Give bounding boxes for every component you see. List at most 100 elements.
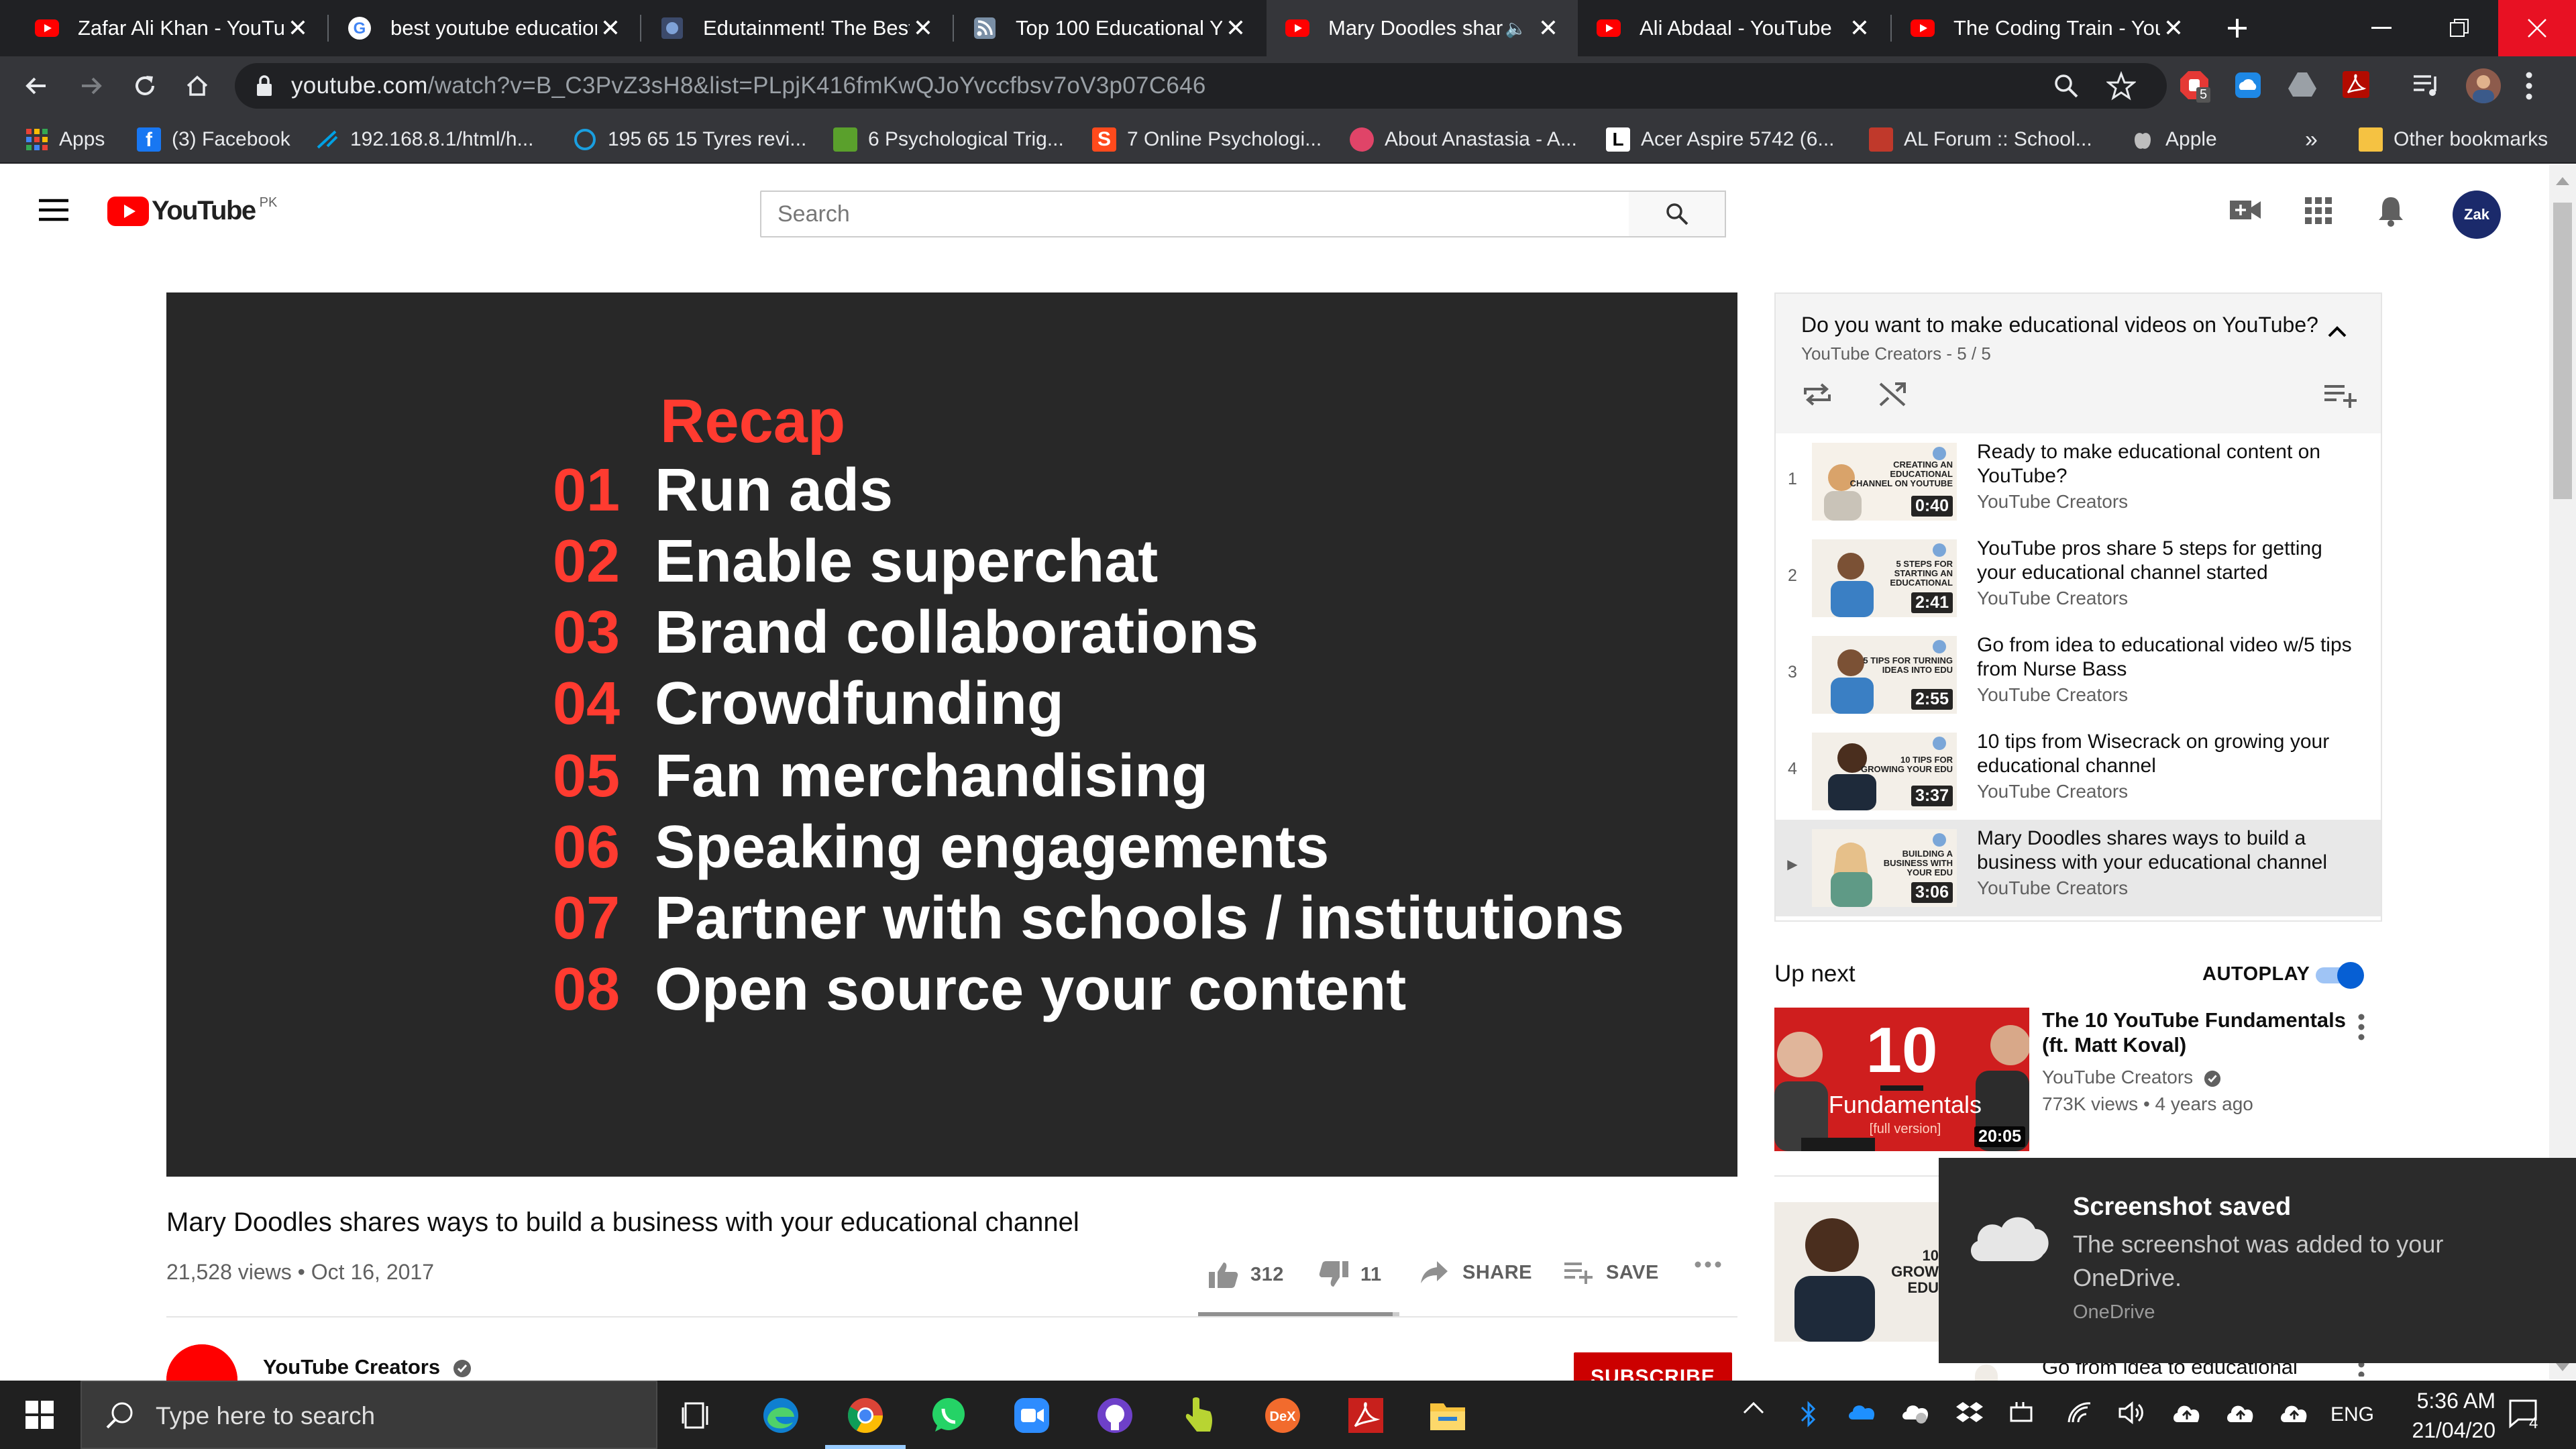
bookmark-tyres[interactable]: 195 65 15 Tyres revi...	[573, 115, 806, 164]
like-button[interactable]: 312	[1209, 1261, 1284, 1288]
input-language[interactable]: ENG	[2330, 1403, 2374, 1426]
save-button[interactable]: SAVE	[1564, 1261, 1659, 1284]
share-button[interactable]: SHARE	[1421, 1261, 1532, 1284]
browser-tab[interactable]: G best youtube education ✕	[329, 0, 640, 56]
search-box[interactable]	[760, 191, 1630, 237]
create-video-icon[interactable]	[2230, 199, 2261, 221]
chrome-browser-icon[interactable]	[847, 1397, 884, 1434]
close-tab-icon[interactable]: ✕	[1846, 14, 1873, 42]
bookmark-facebook[interactable]: f (3) Facebook	[137, 115, 290, 164]
bluetooth-icon[interactable]	[1799, 1401, 1818, 1428]
upload-cloud-icon[interactable]	[2226, 1401, 2255, 1425]
youtube-logo[interactable]: YouTube PK	[107, 195, 277, 226]
bookmark-anastasia[interactable]: About Anastasia - A...	[1350, 115, 1577, 164]
close-tab-icon[interactable]: ✕	[1535, 14, 1562, 42]
playlist-item[interactable]: 4 10 TIPS FOR GROWING YOUR EDU 3:37 10 t…	[1776, 723, 2381, 820]
up-next-thumbnail[interactable]: 10 Fundamentals [full version] 20:05	[1774, 1008, 2029, 1151]
extension-cloud-icon[interactable]	[2234, 71, 2262, 99]
upload-cloud-icon[interactable]	[2279, 1401, 2309, 1425]
onedrive-tray-icon[interactable]	[1847, 1401, 1877, 1421]
volume-icon[interactable]	[2118, 1401, 2145, 1425]
clock-time[interactable]: 5:36 AM	[2388, 1389, 2496, 1413]
notifications-bell-icon[interactable]	[2377, 195, 2404, 227]
playlist-title[interactable]: Do you want to make educational videos o…	[1801, 313, 2324, 337]
browser-tab[interactable]: Ali Abdaal - YouTube ✕	[1578, 0, 1889, 56]
home-icon[interactable]	[180, 68, 215, 103]
video-player[interactable]: Recap 01 Run ads 02 Enable superchat 03 Bra…	[166, 292, 1737, 1177]
browser-tab-active[interactable]: Mary Doodles shar 🔈 ✕	[1267, 0, 1578, 56]
zoom-app-icon[interactable]	[1013, 1397, 1051, 1434]
more-menu-icon[interactable]	[2525, 71, 2533, 101]
playlist-item[interactable]: 1 CREATING AN EDUCATIONAL CHANNEL ON YOU…	[1776, 433, 2381, 530]
new-tab-button[interactable]	[2200, 0, 2274, 56]
battery-plug-icon[interactable]	[2010, 1401, 2037, 1425]
samsung-dex-icon[interactable]: DeX	[1264, 1397, 1301, 1434]
bookmark-star-icon[interactable]	[2106, 71, 2136, 101]
dropbox-icon[interactable]	[1956, 1401, 1983, 1425]
autoplay-toggle[interactable]	[2313, 961, 2367, 990]
collapse-chevron-icon[interactable]	[2327, 325, 2347, 338]
github-icon[interactable]	[1096, 1397, 1134, 1434]
windows-start-icon[interactable]	[25, 1401, 54, 1429]
playlist-item[interactable]: 2 5 STEPS FOR STARTING AN EDUCATIONAL 2:…	[1776, 530, 2381, 627]
extension-adblock-icon[interactable]: 5	[2179, 70, 2211, 103]
dislike-button[interactable]: 11	[1319, 1261, 1382, 1288]
close-tab-icon[interactable]: ✕	[2160, 14, 2187, 42]
bookmark-al-forum[interactable]: AL Forum :: School...	[1869, 115, 2092, 164]
upload-cloud-icon[interactable]	[2172, 1401, 2202, 1425]
close-tab-icon[interactable]: ✕	[910, 14, 936, 42]
browser-tab[interactable]: Top 100 Educational Yo ✕	[954, 0, 1265, 56]
close-window-icon[interactable]	[2498, 0, 2576, 56]
close-tab-icon[interactable]: ✕	[284, 14, 311, 42]
hamburger-menu-icon[interactable]	[39, 199, 68, 221]
up-next-title[interactable]: The 10 YouTube Fundamentals (ft. Matt Ko…	[2042, 1008, 2351, 1057]
scrollbar-thumb[interactable]	[2553, 203, 2572, 499]
bookmarks-overflow-button[interactable]: »	[2305, 115, 2318, 164]
restore-window-icon[interactable]	[2420, 0, 2498, 56]
touch-app-icon[interactable]	[1181, 1397, 1218, 1434]
scroll-down-icon[interactable]	[2556, 1363, 2569, 1371]
more-actions-icon[interactable]	[1695, 1261, 1721, 1268]
bookmark-router[interactable]: 192.168.8.1/html/h...	[315, 115, 534, 164]
playlist-item[interactable]: 3 5 TIPS FOR TURNING IDEAS INTO EDU 2:55…	[1776, 627, 2381, 723]
wifi-icon[interactable]	[2066, 1401, 2093, 1425]
bookmark-acer[interactable]: L Acer Aspire 5742 (6...	[1606, 115, 1835, 164]
browser-tab[interactable]: The Coding Train - You ✕	[1892, 0, 2203, 56]
browser-tab[interactable]: Zafar Ali Khan - YouTube ✕	[0, 0, 327, 56]
file-explorer-icon[interactable]	[1429, 1397, 1466, 1434]
close-tab-icon[interactable]: ✕	[597, 14, 624, 42]
playlist-item-current[interactable]: ▶ BUILDING A BUSINESS WITH YOUR EDU 3:06…	[1776, 820, 2381, 916]
edge-browser-icon[interactable]	[762, 1397, 800, 1434]
apps-grid-icon[interactable]	[2305, 197, 2332, 224]
up-next-menu-icon[interactable]	[2357, 1013, 2365, 1041]
whatsapp-icon[interactable]	[930, 1397, 967, 1434]
bookmark-apps[interactable]: Apps	[25, 115, 105, 164]
address-bar[interactable]: youtube.com/watch?v=B_C3PvZ3sH8&list=PLp…	[235, 63, 2167, 109]
media-queue-icon[interactable]	[2412, 72, 2442, 99]
close-tab-icon[interactable]: ✕	[1222, 14, 1249, 42]
channel-name[interactable]: YouTube Creators	[263, 1355, 472, 1379]
recommended-thumbnail[interactable]: 10 GROW EDU	[1774, 1202, 1939, 1342]
network-cloud-icon[interactable]	[1901, 1401, 1931, 1425]
acrobat-icon[interactable]	[1347, 1397, 1385, 1434]
scroll-up-icon[interactable]	[2556, 177, 2569, 185]
account-avatar[interactable]: Zak	[2453, 191, 2501, 239]
bookmark-psych-triggers[interactable]: 6 Psychological Trig...	[833, 115, 1064, 164]
zoom-search-icon[interactable]	[2053, 72, 2080, 99]
save-playlist-icon[interactable]	[2324, 384, 2357, 408]
task-view-icon[interactable]	[678, 1397, 715, 1434]
search-button[interactable]	[1629, 191, 1726, 237]
url-text[interactable]: youtube.com/watch?v=B_C3PvZ3sH8&list=PLp…	[291, 72, 1206, 99]
action-center-icon[interactable]: 4	[2509, 1399, 2541, 1432]
minimize-window-icon[interactable]	[2343, 0, 2420, 56]
other-bookmarks[interactable]: Other bookmarks	[2359, 115, 2548, 164]
forward-icon[interactable]	[74, 68, 109, 103]
show-hidden-icons-chevron[interactable]	[1743, 1401, 1764, 1414]
search-input[interactable]	[761, 192, 1629, 236]
bookmark-online-psych[interactable]: S 7 Online Psychologi...	[1092, 115, 1322, 164]
pdf-extension-icon[interactable]	[2341, 70, 2371, 99]
back-icon[interactable]	[19, 68, 54, 103]
loop-icon[interactable]	[1803, 381, 1832, 408]
browser-tab[interactable]: Edutainment! The Best ✕	[641, 0, 953, 56]
speaker-icon[interactable]: 🔈	[1505, 18, 1527, 39]
